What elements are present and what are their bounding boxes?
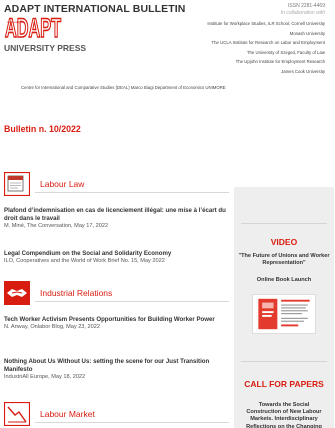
article-title[interactable]: Legal Compendium on the Social and Solid… [4, 250, 229, 258]
chart-icon [4, 402, 30, 426]
section-labour-market[interactable]: Labour Market [4, 402, 229, 428]
book-icon [4, 172, 30, 196]
svg-text:www.adapt.it: www.adapt.it [7, 20, 24, 24]
article-title[interactable]: Plafond d’indemnisation en cas de licenc… [4, 207, 229, 223]
brand-title: ADAPT INTERNATIONAL BULLETIN [4, 3, 186, 15]
issn-block: ISSN 2281-4469 In collaboration with [281, 3, 325, 16]
section-labour-law[interactable]: Labour Law [4, 172, 229, 198]
institution-item: Institute for Workplace Studies, ILR Sch… [207, 21, 325, 26]
article-source: IndustriAll Europe, May 18, 2022 [4, 373, 86, 380]
article-source: ILO, Cooperatives and the World of Work … [4, 257, 165, 264]
article-source: N. Anway, Onlabor Blog, May 23, 2022 [4, 323, 100, 330]
divider [35, 422, 229, 423]
divider [241, 361, 327, 362]
divider [35, 301, 229, 302]
bulletin-title: Bulletin n. 10/2022 [4, 124, 81, 134]
article-title[interactable]: Nothing About Us Without Us: setting the… [4, 358, 229, 374]
book-launch-poster[interactable] [252, 294, 316, 334]
article-title[interactable]: Tech Worker Activism Presents Opportunit… [4, 316, 229, 324]
handshake-icon [4, 281, 30, 305]
divider [35, 192, 229, 193]
institution-item-deal: Centre for International and Comparative… [21, 85, 226, 90]
institution-item: Monash University [289, 30, 325, 36]
article-item[interactable]: Nothing About Us Without Us: setting the… [4, 358, 229, 381]
divider [241, 223, 327, 224]
bulletin-header: ADAPT INTERNATIONAL BULLETIN ADAPT www.a… [0, 0, 335, 140]
sidebar: VIDEO "The Future of Unions and Worker R… [234, 187, 334, 428]
article-source: M. Miné, The Conversation, May 17, 2022 [4, 222, 109, 229]
institution-list: Institute for Workplace Studies, ILR Sch… [207, 19, 325, 77]
svg-text:ADAPT: ADAPT [5, 15, 61, 41]
video-subtitle[interactable]: "The Future of Unions and Worker Represe… [234, 253, 334, 267]
call-for-papers-text[interactable]: Towards the Social Construction of New L… [234, 402, 334, 428]
institution-item: The Upjohn Institute for Employment Rese… [235, 59, 325, 65]
institution-item: James Cook University [281, 68, 325, 74]
section-industrial-relations[interactable]: Industrial Relations [4, 281, 229, 307]
institution-item: The University of Szeged, Faculty of Law [246, 49, 325, 55]
adapt-logo[interactable]: ADAPT www.adapt.it [4, 15, 62, 41]
video-title: VIDEO [270, 237, 298, 247]
section-title: Labour Law [40, 179, 85, 189]
call-for-papers-title: CALL FOR PAPERS [244, 379, 324, 389]
press-label: UNIVERSITY PRESS [4, 43, 87, 53]
article-item[interactable]: Legal Compendium on the Social and Solid… [4, 250, 229, 266]
article-item[interactable]: Tech Worker Activism Presents Opportunit… [4, 316, 229, 332]
collaboration-label: In collaboration with [280, 9, 325, 16]
video-event[interactable]: Online Book Launch [234, 277, 334, 284]
section-title: Industrial Relations [40, 288, 113, 298]
issn-number: ISSN 2281-4469 [288, 3, 325, 9]
article-item[interactable]: Plafond d’indemnisation en cas de licenc… [4, 207, 229, 230]
institution-item: The UCLA Institute for Research on Labor… [211, 40, 325, 46]
section-title: Labour Market [40, 409, 95, 419]
